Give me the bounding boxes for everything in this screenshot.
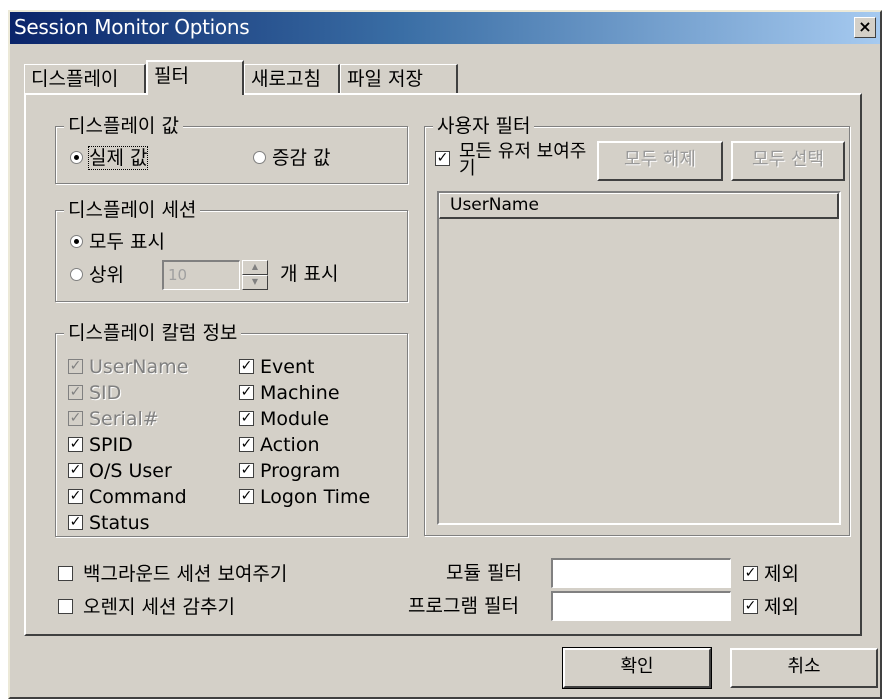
column-check-username[interactable]: ✓ UserName	[68, 354, 188, 379]
column-check-command[interactable]: ✓ Command	[68, 484, 187, 509]
check-icon: ✓	[239, 436, 254, 452]
user-filter-group-title: 사용자 필터	[433, 114, 535, 138]
display-value-group: 디스플레이 값 실제 값 증감 값	[55, 114, 408, 184]
session-monitor-options-dialog: Session Monitor Options × 디스플레이 필터 새로고침 …	[8, 10, 882, 699]
display-columns-group: 디스플레이 칼럼 정보 ✓ UserName ✓ SID ✓ Serial# ✓ SPI…	[55, 321, 408, 537]
select-all-button[interactable]: 모두 선택	[731, 141, 845, 181]
check-icon: ✓	[239, 462, 254, 478]
column-check-action[interactable]: ✓ Action	[239, 432, 320, 457]
program-filter-label: 프로그램 필터	[408, 595, 519, 617]
checkbox-box	[58, 599, 73, 614]
tab-display[interactable]: 디스플레이	[24, 64, 146, 94]
radio-actual-value-indicator	[70, 151, 83, 164]
top-n-input[interactable]: 10	[162, 260, 240, 290]
module-filter-label: 모듈 필터	[446, 562, 522, 584]
column-check-logon-time[interactable]: ✓ Logon Time	[239, 484, 370, 509]
hide-orange-sessions-checkbox[interactable]: 오렌지 세션 감추기	[58, 594, 235, 619]
column-check-sid[interactable]: ✓ SID	[68, 380, 121, 405]
check-icon: ✓	[435, 150, 450, 166]
radio-delta-value-indicator	[253, 151, 266, 164]
column-check-os-user[interactable]: ✓ O/S User	[68, 458, 172, 483]
check-icon: ✓	[68, 488, 83, 504]
column-check-status[interactable]: ✓ Status	[68, 510, 150, 535]
radio-top-n[interactable]: 상위	[70, 262, 124, 287]
module-filter-input[interactable]	[551, 558, 731, 588]
column-check-module[interactable]: ✓ Module	[239, 406, 329, 431]
check-icon: ✓	[68, 384, 83, 400]
check-icon: ✓	[239, 488, 254, 504]
check-icon: ✓	[68, 514, 83, 530]
top-n-suffix: 개 표시	[280, 263, 339, 285]
check-icon: ✓	[239, 410, 254, 426]
user-filter-group: 사용자 필터 ✓ 모든 유저 보여주기 모두 해제 모두 선택 UserName	[424, 114, 850, 536]
top-n-spinner[interactable]: ▲ ▼	[242, 260, 268, 290]
close-button[interactable]: ×	[854, 17, 876, 38]
radio-delta-value[interactable]: 증감 값	[253, 145, 330, 170]
program-exclude-checkbox[interactable]: ✓ 제외	[743, 594, 799, 619]
spinner-down-icon[interactable]: ▼	[242, 275, 268, 290]
cancel-button[interactable]: 취소	[730, 648, 878, 688]
tab-file-save[interactable]: 파일 저장	[340, 64, 458, 94]
deselect-all-button[interactable]: 모두 해제	[597, 141, 723, 181]
tab-refresh[interactable]: 새로고침	[244, 64, 340, 94]
column-check-event[interactable]: ✓ Event	[239, 354, 314, 379]
check-icon: ✓	[68, 462, 83, 478]
radio-top-n-indicator	[70, 268, 83, 281]
display-columns-group-title: 디스플레이 칼럼 정보	[64, 321, 242, 345]
user-list-header-username[interactable]: UserName	[439, 193, 839, 219]
display-session-group-title: 디스플레이 세션	[64, 198, 201, 222]
tab-filter[interactable]: 필터	[146, 60, 244, 95]
display-value-group-title: 디스플레이 값	[64, 114, 183, 138]
module-exclude-checkbox[interactable]: ✓ 제외	[743, 561, 799, 586]
check-icon: ✓	[239, 384, 254, 400]
check-icon: ✓	[743, 565, 758, 581]
check-icon: ✓	[239, 358, 254, 374]
display-session-group: 디스플레이 세션 모두 표시 상위 10 ▲ ▼ 개 표시	[55, 198, 408, 302]
radio-show-all-indicator	[70, 235, 83, 248]
ok-button[interactable]: 확인	[562, 647, 712, 689]
checkbox-box	[58, 566, 73, 581]
program-filter-input[interactable]	[551, 591, 731, 621]
column-check-machine[interactable]: ✓ Machine	[239, 380, 340, 405]
column-check-serial[interactable]: ✓ Serial#	[68, 406, 159, 431]
check-icon: ✓	[68, 410, 83, 426]
user-list[interactable]: UserName	[437, 191, 841, 525]
check-icon: ✓	[68, 358, 83, 374]
spinner-up-icon[interactable]: ▲	[242, 260, 268, 275]
show-background-sessions-checkbox[interactable]: 백그라운드 세션 보여주기	[58, 561, 287, 586]
title-bar: Session Monitor Options ×	[10, 12, 880, 44]
check-icon: ✓	[68, 436, 83, 452]
radio-show-all[interactable]: 모두 표시	[70, 229, 165, 254]
radio-actual-value[interactable]: 실제 값	[70, 145, 149, 170]
check-icon: ✓	[743, 598, 758, 614]
window-title: Session Monitor Options	[14, 15, 250, 39]
column-check-spid[interactable]: ✓ SPID	[68, 432, 133, 457]
column-check-program[interactable]: ✓ Program	[239, 458, 340, 483]
